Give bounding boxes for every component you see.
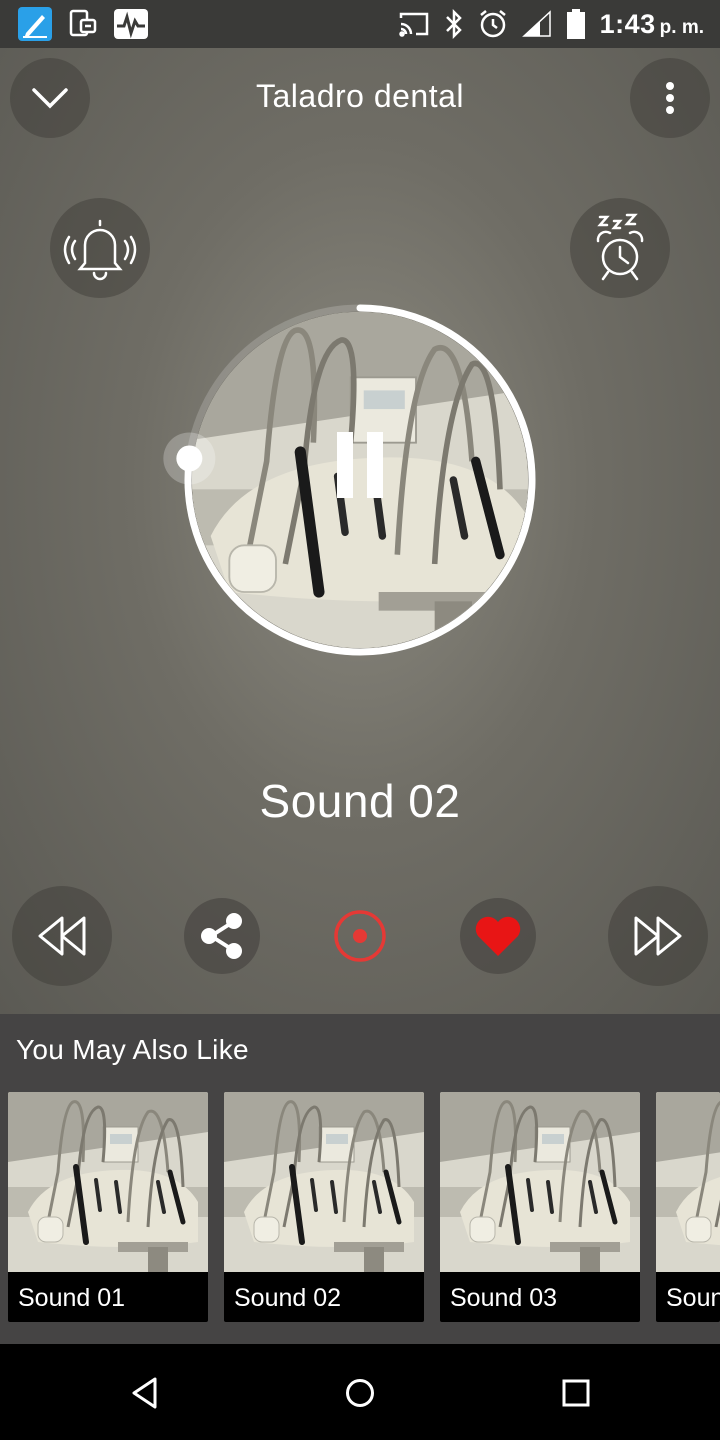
clock: 1:43 p. m. — [600, 9, 704, 40]
share-icon — [201, 913, 242, 959]
player-panel: Taladro dental Sound 02 — [0, 48, 720, 1014]
favorite-button[interactable] — [460, 898, 536, 974]
card-thumbnail — [656, 1092, 720, 1272]
related-card[interactable]: Sound 03 — [440, 1092, 640, 1322]
status-bar: 1:43 p. m. — [0, 0, 720, 48]
track-title: Sound 02 — [259, 775, 461, 827]
activity-monitor-icon — [114, 7, 148, 41]
sleep-alarm-clock-icon — [596, 213, 644, 281]
more-options-button[interactable] — [630, 58, 710, 138]
nav-back-button[interactable] — [120, 1368, 170, 1418]
pause-button[interactable] — [320, 425, 400, 505]
card-label: Sound 04 — [666, 1284, 720, 1312]
card-label: Sound 03 — [450, 1284, 558, 1312]
chevron-down-icon — [32, 88, 68, 109]
pause-bar-left — [337, 432, 353, 498]
nav-home-button[interactable] — [335, 1368, 385, 1418]
share-button[interactable] — [184, 898, 260, 974]
ringing-bell-icon — [63, 219, 137, 281]
record-icon — [334, 910, 386, 962]
collapse-button[interactable] — [10, 58, 90, 138]
alarm-status-icon — [479, 10, 506, 38]
rewind-button[interactable] — [12, 886, 112, 986]
related-title: You May Also Like — [16, 1034, 249, 1065]
device-transfer-icon — [66, 7, 100, 41]
system-nav-bar — [0, 1344, 720, 1440]
rewind-icon — [38, 916, 86, 956]
card-thumbnail — [8, 1092, 208, 1272]
ringtone-button[interactable] — [50, 198, 150, 298]
forward-button[interactable] — [608, 886, 708, 986]
sleep-timer-button[interactable] — [570, 198, 670, 298]
nav-recents-button[interactable] — [551, 1368, 601, 1418]
status-ampm: p. m. — [659, 16, 704, 38]
card-label: Sound 01 — [18, 1284, 126, 1312]
home-icon — [346, 1379, 374, 1407]
related-card[interactable]: Sound 01 — [8, 1092, 208, 1322]
pause-bar-right — [367, 432, 383, 498]
related-card[interactable]: Sound 04 — [656, 1092, 720, 1322]
page-title: Taladro dental — [255, 78, 465, 114]
battery-icon — [566, 9, 585, 39]
more-vertical-icon — [666, 82, 674, 114]
related-card[interactable]: Sound 02 — [224, 1092, 424, 1322]
card-label: Sound 02 — [234, 1284, 342, 1312]
signal-icon — [521, 10, 551, 37]
cast-icon — [398, 12, 428, 37]
status-time: 1:43 — [599, 8, 656, 39]
bluetooth-icon — [445, 9, 462, 39]
record-button[interactable] — [322, 898, 398, 974]
player-disc — [160, 280, 560, 680]
fast-forward-icon — [634, 916, 682, 956]
heart-icon — [475, 916, 521, 956]
card-thumbnail — [224, 1092, 424, 1272]
back-icon — [132, 1377, 157, 1409]
recents-icon — [562, 1379, 590, 1407]
card-thumbnail — [440, 1092, 640, 1272]
notes-app-icon — [18, 7, 52, 41]
progress-handle[interactable] — [176, 445, 203, 472]
related-section: You May Also Like Sound 01 Sound 02 Soun… — [0, 1014, 720, 1344]
